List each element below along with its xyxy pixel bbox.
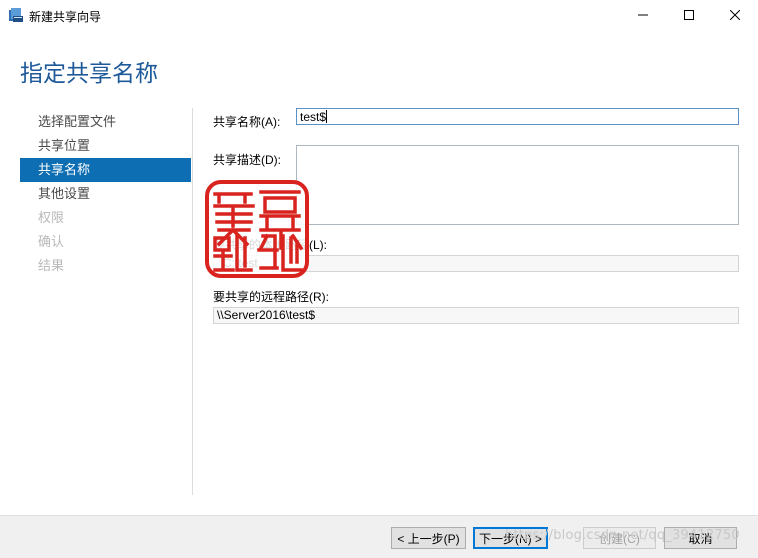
nav-item-other-settings[interactable]: 其他设置 xyxy=(20,182,191,206)
nav-item-permissions: 权限 xyxy=(38,210,65,225)
minimize-button[interactable] xyxy=(620,0,666,30)
new-share-wizard-window: 新建共享向导 指定共享名称 选择配置文件 共享位置 共享名称 其他设置 权限 确… xyxy=(0,0,758,558)
window-title: 新建共享向导 xyxy=(29,10,102,24)
close-button[interactable] xyxy=(712,0,758,30)
page-title: 指定共享名称 xyxy=(20,61,158,87)
nav-item-confirmation: 确认 xyxy=(38,234,65,249)
remote-path-field[interactable]: \\Server2016\test$ xyxy=(213,307,739,324)
share-description-label: 共享描述(D): xyxy=(213,153,281,167)
close-icon xyxy=(730,10,740,20)
back-button[interactable]: < 上一步(P) xyxy=(391,527,466,549)
maximize-icon xyxy=(684,10,694,20)
wizard-footer: < 上一步(P) 下一步(N) > 创建(C) 取消 xyxy=(0,515,758,558)
share-wizard-icon xyxy=(8,7,24,23)
share-name-input[interactable]: test$ xyxy=(296,108,739,125)
next-button[interactable]: 下一步(N) > xyxy=(473,527,548,549)
text-caret xyxy=(326,110,328,123)
cancel-button[interactable]: 取消 xyxy=(664,527,737,549)
create-button: 创建(C) xyxy=(583,527,656,549)
title-bar: 新建共享向导 xyxy=(0,0,758,30)
remote-path-label: 要共享的远程路径(R): xyxy=(213,290,329,304)
maximize-button[interactable] xyxy=(666,0,712,30)
nav-item-share-name[interactable]: 共享名称 xyxy=(20,158,191,182)
wizard-steps-nav: 选择配置文件 共享位置 共享名称 其他设置 权限 确认 结果 xyxy=(20,110,191,278)
share-name-label: 共享名称(A): xyxy=(213,115,281,129)
nav-item-select-profile[interactable]: 选择配置文件 xyxy=(20,110,191,134)
share-name-value: test$ xyxy=(300,110,327,124)
watermark-seal-stamp xyxy=(205,180,309,278)
nav-divider xyxy=(192,108,193,495)
minimize-icon xyxy=(638,14,648,16)
share-description-textarea[interactable] xyxy=(296,145,739,225)
nav-item-results: 结果 xyxy=(38,258,65,273)
nav-item-share-location[interactable]: 共享位置 xyxy=(20,134,191,158)
